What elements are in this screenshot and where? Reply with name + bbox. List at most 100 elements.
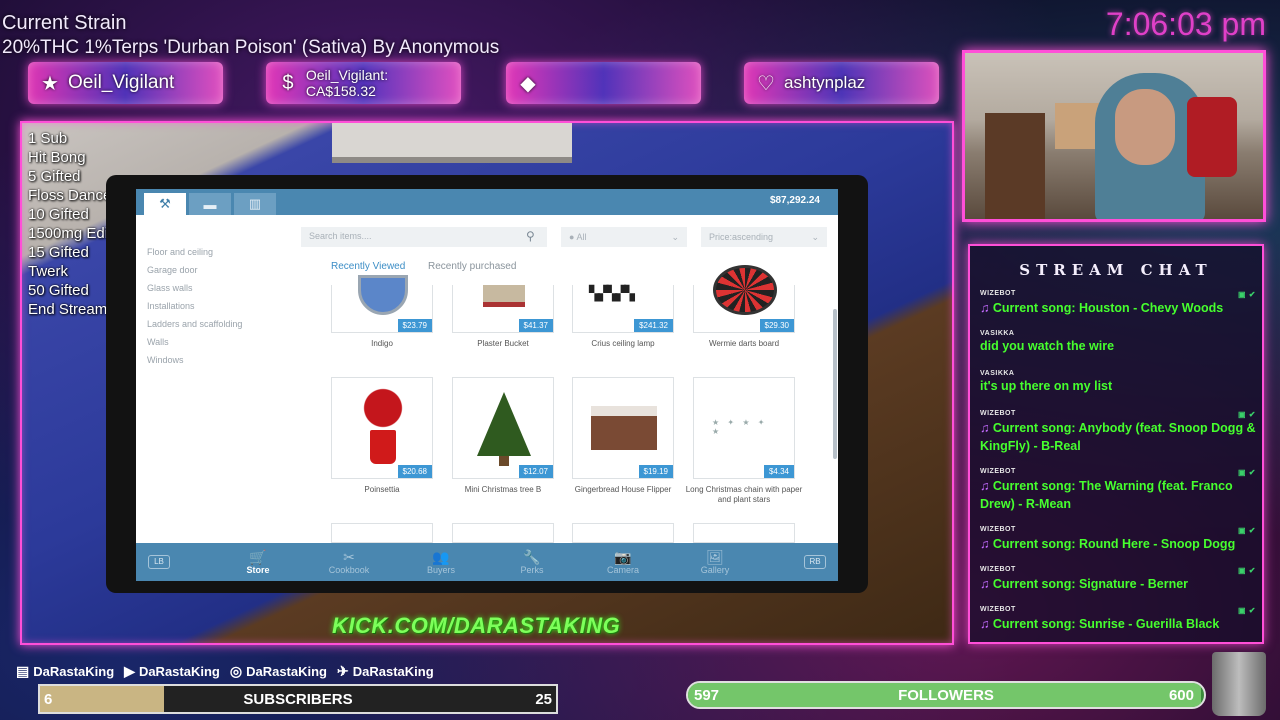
cutlery-icon: ✂ [343,549,355,565]
category-item[interactable]: Windows [147,351,242,369]
music-note-icon: ♫ [980,301,993,315]
star-icon: ★ [41,72,59,95]
dollar-icon: $ [282,71,294,94]
item-name: Indigo [371,339,393,348]
category-item[interactable]: Installations [147,297,242,315]
lamp-image: ▚▞▚▞▚ [589,285,635,301]
twitter-link[interactable]: ✈ DaRastaKing [337,663,434,680]
item-name: Poinsettia [364,485,400,494]
item-name: Plaster Bucket [477,339,529,348]
tab-recently-viewed[interactable]: Recently Viewed [331,261,405,272]
store-item[interactable]: $20.68 [331,377,433,479]
sort-value: Price:ascending [709,232,774,242]
price-tag: $29.30 [759,319,794,332]
search-icon[interactable]: ⚲ [526,229,535,243]
chat-message: WIZEBOT ▣ ✔ ♫ Current song: The Warning (… [980,468,1256,511]
lb-button[interactable]: LB [148,555,170,569]
price-tag: $23.79 [397,319,432,332]
chat-message: WIZEBOT ▣ ✔ ♫ Current song: Houston - Che… [980,290,1256,315]
store-item[interactable]: $41.37 [452,285,554,333]
nav-cookbook[interactable]: ✂ Cookbook [314,549,384,575]
tab-construction[interactable]: ⚒ [144,193,186,215]
category-item[interactable]: Glass walls [147,279,242,297]
tree-trunk [499,456,509,466]
category-item[interactable]: Walls [147,333,242,351]
scrollbar[interactable] [833,309,837,459]
music-note-icon: ♫ [980,479,993,493]
store-item[interactable]: ★ ✦ ★ ✦ ★ $4.34 [693,377,795,479]
follower-goal-bar: 597 FOLLOWERS 600 [686,681,1206,709]
alert-text: ashtynplaz [784,73,866,92]
alert-text: Oeil_Vigilant: CA$158.32 [305,67,389,99]
chat-message: WIZEBOT ▣ ✔ ♫ Current song: Anybody (feat… [980,410,1256,453]
tab-furniture[interactable]: ▬ [189,193,231,215]
strain-title: Current Strain [2,12,127,34]
perk-item: 1 Sub [28,130,68,147]
price-tag: $241.32 [634,319,673,332]
store-item[interactable]: ▚▞▚▞▚ $241.32 [572,285,674,333]
cart-icon: 🛒 [249,549,267,565]
alert-latest-sub: ♡ ashtynplaz [744,62,939,104]
store-item[interactable]: $12.07 [452,377,554,479]
store-item[interactable]: $19.19 [572,377,674,479]
chat-title: STREAM CHAT [1019,261,1213,279]
store-item[interactable]: $23.79 [331,275,433,333]
nav-store[interactable]: 🛒 Store [223,549,293,575]
youtube-link[interactable]: ▶ DaRastaKing [124,663,220,680]
alert-latest-bits: ◆ [506,62,701,104]
store-item[interactable]: $29.30 [693,265,795,333]
store-item[interactable] [693,523,795,543]
youtube-icon: ▶ [124,663,135,679]
alert-text: Oeil_Vigilant [68,72,175,93]
tablet-nav-bar: LB 🛒 Store ✂ Cookbook 👥 Buyers 🔧 Perks 📷… [136,543,838,581]
sort-select[interactable]: Price:ascending ⌄ [701,227,827,247]
instagram-icon: ◎ [229,663,243,679]
bucket-image [483,285,525,307]
chat-message: VASIKKA it's up there on my list [980,370,1113,393]
category-list: Floor and ceiling Garage door Glass wall… [147,243,242,369]
twitch-link[interactable]: ▤ DaRastaKing [16,663,114,680]
chat-message: VASIKKA did you watch the wire [980,330,1115,353]
category-item[interactable]: Floor and ceiling [147,243,242,261]
alert-latest-follower: ★ Oeil_Vigilant [28,62,223,104]
chat-message: WIZEBOT ▣ ✔ ♫ Current song: Signature - B… [980,566,1256,591]
webcam-feed [962,50,1266,222]
search-input[interactable]: Search items.... [301,227,547,247]
badge-icons: ▣ ✔ [1238,410,1256,419]
tab-recently-purchased[interactable]: Recently purchased [428,261,516,272]
kick-url: KICK.COM/DARASTAKING [332,613,621,638]
game-capture: 1 Sub Hit Bong 5 Gifted Floss Dance 10 G… [20,121,954,645]
chevron-down-icon: ⌄ [811,231,819,242]
store-item[interactable] [452,523,554,543]
price-tag: $12.07 [518,465,553,478]
social-links: ▤ DaRastaKing ▶ DaRastaKing ◎ DaRastaKing ✈… [16,663,434,680]
badge-icons: ▣ ✔ [1238,290,1256,299]
badge-icons: ▣ ✔ [1238,566,1256,575]
item-name: Wermie darts board [708,339,780,348]
category-item[interactable]: Garage door [147,261,242,279]
twitch-icon: ▤ [16,663,30,679]
paint-can-image [358,275,408,315]
chevron-down-icon: ⌄ [671,231,679,242]
music-note-icon: ♫ [980,617,993,631]
tab-fences[interactable]: ▥ [234,193,276,215]
tablet-screen: ⚒ ▬ ▥ $87,292.24 Floor and ceiling Garag… [136,189,838,581]
chair-image [1187,97,1237,177]
rb-button[interactable]: RB [804,555,826,569]
nav-gallery[interactable]: 🖼 Gallery [680,549,750,575]
store-item[interactable] [572,523,674,543]
nav-perks[interactable]: 🔧 Perks [497,549,567,575]
money-balance: $87,292.24 [769,195,820,206]
category-item[interactable]: Ladders and scaffolding [147,315,242,333]
chat-message: WIZEBOT ▣ ✔ ♫ Current song: Sunrise - Gue… [980,606,1256,631]
stream-chat: STREAM CHAT WIZEBOT ▣ ✔ ♫ Current song: H… [968,244,1264,644]
music-note-icon: ♫ [980,421,993,435]
nav-camera[interactable]: 📷 Camera [588,549,658,575]
price-tag: $41.37 [518,319,553,332]
store-item[interactable] [331,523,433,543]
cup-image [1212,652,1266,716]
instagram-link[interactable]: ◎ DaRastaKing [230,663,327,680]
nav-buyers[interactable]: 👥 Buyers [406,549,476,575]
heart-icon: ♡ [757,72,775,95]
category-filter-select[interactable]: ● All ⌄ [561,227,687,247]
